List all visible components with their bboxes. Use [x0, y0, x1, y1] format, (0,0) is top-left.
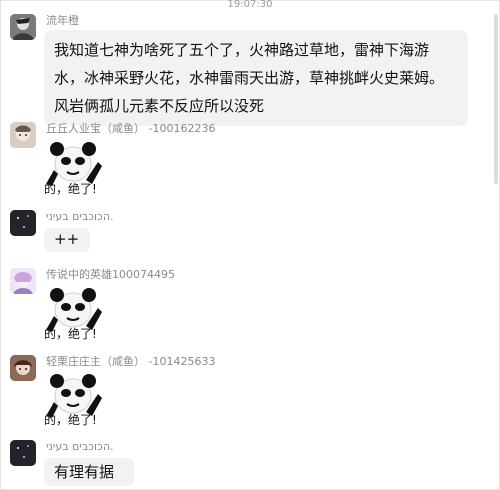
- sticker-caption: 的，绝了!: [44, 413, 97, 427]
- sender-name[interactable]: 轻栗庄庄主（咸鱼） -101425633: [46, 355, 215, 368]
- timestamp: 19:07:30: [227, 0, 273, 10]
- message-bubble[interactable]: 有理有据: [44, 458, 134, 486]
- sender-name[interactable]: הכוכבים בעיני.: [46, 210, 114, 223]
- user-avatar[interactable]: [10, 14, 36, 40]
- scrollbar[interactable]: [494, 14, 498, 184]
- message-text: 有理有据: [54, 463, 115, 481]
- message-bubble[interactable]: 我知道七神为啥死了五个了，火神路过草地，雷神下海游水，冰神采野火花，水神雷雨天出…: [44, 30, 468, 126]
- avatar-illustration: [10, 210, 36, 236]
- sender-name[interactable]: 传说中的英雄100074495: [46, 268, 175, 281]
- sender-name[interactable]: 丘丘人业宝（咸鱼） -100162236: [46, 122, 215, 135]
- message-text: ++: [54, 230, 80, 248]
- user-avatar[interactable]: [10, 210, 36, 236]
- message-bubble[interactable]: ++: [44, 228, 90, 252]
- sticker-caption: 的，绝了!: [44, 182, 97, 196]
- sticker-caption: 的，绝了!: [44, 327, 97, 341]
- sender-name[interactable]: הכוכבים בעיני.: [46, 440, 114, 453]
- sender-name[interactable]: 流年橙: [46, 14, 79, 27]
- user-avatar[interactable]: [10, 355, 36, 381]
- user-avatar[interactable]: [10, 122, 36, 148]
- avatar-illustration: [10, 355, 36, 381]
- avatar-illustration: [10, 14, 36, 40]
- message-text: 我知道七神为啥死了五个了，火神路过草地，雷神下海游水，冰神采野火花，水神雷雨天出…: [54, 41, 445, 115]
- avatar-illustration: [10, 440, 36, 466]
- avatar-illustration: [10, 122, 36, 148]
- avatar-illustration: [10, 268, 36, 294]
- user-avatar[interactable]: [10, 268, 36, 294]
- user-avatar[interactable]: [10, 440, 36, 466]
